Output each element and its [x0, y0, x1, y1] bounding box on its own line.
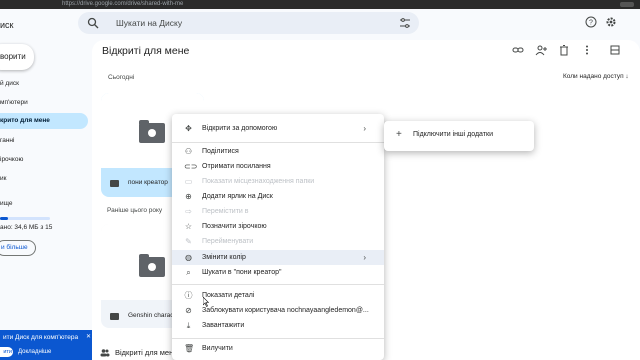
star-icon: ☆: [184, 222, 193, 231]
info-icon: ⓘ: [184, 291, 193, 300]
promo-install-button[interactable]: ити: [0, 347, 13, 357]
menu-item-search-in[interactable]: ⌕ Шукати в "пони креатор": [172, 265, 384, 280]
shared-folder-icon: [139, 254, 165, 277]
sort-dropdown[interactable]: Коли надано доступ ↓: [563, 73, 629, 80]
connect-more-apps-item[interactable]: Підключити інші додатки: [413, 131, 493, 138]
menu-item-change-color[interactable]: ◍ Змінити колір ›: [172, 250, 384, 265]
share-icon: ⚇: [184, 147, 193, 156]
page-title: Відкриті для мене: [102, 45, 190, 57]
address-bar[interactable]: https://drive.google.com/drive/shared-wi…: [62, 0, 183, 9]
mouse-cursor-icon: [203, 297, 209, 307]
menu-item-label: Позначити зірочкою: [202, 223, 267, 230]
menu-item-show-folder-location[interactable]: ▭ Показати місцезнаходження папки: [172, 174, 384, 189]
edit-icon: ✎: [185, 237, 192, 246]
context-menu: ✥ Відкрити за допомогою › ⚇ Поділитися ⊂…: [172, 114, 384, 360]
section-earlier: Раніше цього року: [107, 207, 163, 214]
menu-item-label: Перейменувати: [202, 238, 254, 245]
menu-divider: [172, 284, 384, 285]
shortcut-icon: ⊕: [185, 192, 192, 201]
plus-icon: +: [396, 129, 402, 140]
close-icon[interactable]: ✕: [86, 333, 91, 340]
menu-item-label: Показати деталі: [202, 292, 255, 299]
shared-folder-icon: [139, 120, 165, 143]
sidebar-item-my-drive[interactable]: й диск: [0, 80, 19, 87]
grid-view-icon[interactable]: [608, 44, 622, 58]
move-icon: ⇨: [185, 207, 192, 216]
add-person-icon[interactable]: [534, 44, 548, 58]
menu-item-label: Поділитися: [202, 148, 239, 155]
chevron-right-icon: ›: [363, 253, 366, 262]
extension-icon[interactable]: [620, 2, 634, 7]
storage-text: ано: 34,6 МБ з 15: [0, 224, 53, 231]
desktop-promo: ити Диск для комп'ютера ✕ ити Докладніше: [0, 330, 94, 360]
search-icon: ⌕: [186, 268, 191, 277]
chevron-right-icon: ›: [363, 124, 366, 133]
sidebar-item-recent[interactable]: ганні: [0, 137, 14, 144]
menu-divider: [172, 338, 384, 339]
help-icon[interactable]: ?: [584, 16, 598, 30]
menu-item-remove[interactable]: 🗑 Вилучити: [172, 341, 384, 356]
open-with-icon: ✥: [185, 124, 192, 133]
menu-item-label: Вилучити: [202, 345, 233, 352]
menu-item-label: Завантажити: [202, 322, 245, 329]
menu-divider: [172, 142, 384, 143]
link-icon: ⊂⊃: [184, 162, 198, 171]
menu-item-label: Шукати в "пони креатор": [202, 269, 282, 276]
menu-item-get-link[interactable]: ⊂⊃ Отримати посилання: [172, 159, 384, 174]
sidebar-item-shared-with-me[interactable]: крито для мене: [0, 113, 88, 129]
new-button[interactable]: ворити: [0, 44, 34, 70]
svg-text:?: ?: [589, 20, 593, 27]
filter-icon[interactable]: [399, 17, 411, 29]
folder-icon: ▭: [184, 177, 193, 186]
sidebar-item-computers[interactable]: мп'ютери: [0, 99, 28, 106]
get-more-storage-button[interactable]: и більше: [0, 240, 36, 256]
sidebar-item-trash[interactable]: ик: [0, 175, 6, 182]
folder-icon: [110, 180, 119, 187]
file-name: пони креатор: [128, 179, 168, 186]
menu-item-share[interactable]: ⚇ Поділитися: [172, 144, 384, 159]
trash-icon[interactable]: [557, 44, 571, 58]
browser-toolbar: https://drive.google.com/drive/shared-wi…: [0, 0, 640, 9]
search-icon[interactable]: [87, 17, 99, 29]
block-icon: ⊘: [185, 306, 192, 315]
menu-item-label: Отримати посилання: [202, 163, 271, 170]
file-name: Genshin charact: [128, 312, 176, 319]
download-icon: ⤓: [186, 321, 191, 330]
more-vert-icon[interactable]: [580, 44, 594, 58]
menu-item-label: Відкрити за допомогою: [202, 125, 278, 132]
app-name: иск: [0, 20, 14, 30]
storage-bar: [0, 217, 50, 220]
link-icon[interactable]: [511, 44, 525, 58]
menu-item-label: Перемістити в: [202, 208, 249, 215]
search-input[interactable]: Шукати на Диску: [116, 18, 182, 28]
sidebar-item-storage[interactable]: ище: [0, 200, 13, 207]
menu-item-move-to[interactable]: ⇨ Перемістити в: [172, 204, 384, 219]
menu-item-star[interactable]: ☆ Позначити зірочкою: [172, 219, 384, 234]
settings-icon[interactable]: [604, 16, 618, 30]
menu-item-label: Заблокувати користувача nochnayaangledem…: [202, 307, 369, 314]
section-today: Сьогодні: [108, 74, 135, 81]
promo-learn-more-link[interactable]: Докладніше: [18, 347, 51, 357]
menu-item-label: Додати ярлик на Диск: [202, 193, 273, 200]
menu-item-label: Змінити колір: [202, 254, 246, 261]
people-icon: [100, 349, 110, 357]
palette-icon: ◍: [185, 253, 192, 262]
promo-text: ити Диск для комп'ютера: [3, 334, 79, 341]
bottom-label: Відкриті для мене: [115, 348, 178, 357]
menu-item-open-with[interactable]: ✥ Відкрити за допомогою ›: [172, 121, 384, 136]
menu-item-label: Показати місцезнаходження папки: [202, 178, 315, 185]
folder-icon: [110, 313, 119, 320]
menu-item-rename[interactable]: ✎ Перейменувати: [172, 234, 384, 249]
menu-item-add-shortcut[interactable]: ⊕ Додати ярлик на Диск: [172, 189, 384, 204]
search-bar[interactable]: Шукати на Диску: [78, 12, 419, 34]
menu-item-download[interactable]: ⤓ Завантажити: [172, 318, 384, 333]
open-with-submenu: + Підключити інші додатки: [384, 121, 534, 151]
trash-icon: 🗑: [184, 344, 195, 353]
sidebar-item-starred[interactable]: ірочкою: [0, 156, 23, 163]
